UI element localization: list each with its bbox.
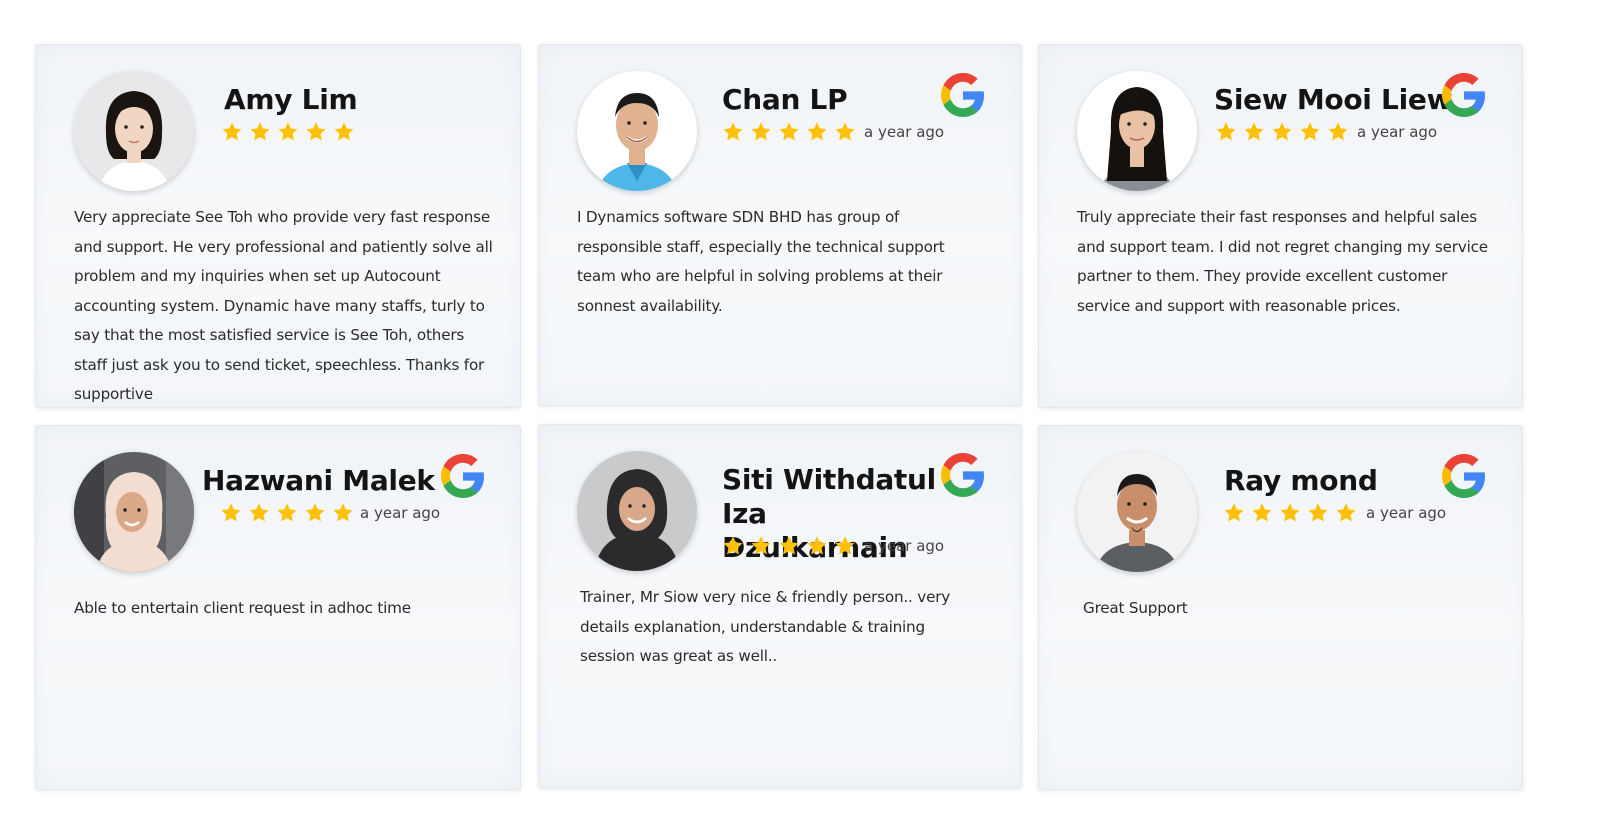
review-time: a year ago xyxy=(864,537,945,555)
avatar xyxy=(1077,452,1197,572)
star-icon xyxy=(1308,503,1328,522)
reviewer-name: Amy Lim xyxy=(224,83,358,116)
star-icon xyxy=(1216,122,1236,141)
star-icon xyxy=(751,122,771,141)
star-icon xyxy=(1224,503,1244,522)
avatar xyxy=(577,71,697,191)
review-card: Ray mond a year ago Great Support xyxy=(1038,425,1523,790)
star-icon xyxy=(1272,122,1292,141)
google-logo-icon xyxy=(1442,454,1486,498)
google-logo-icon xyxy=(441,454,485,498)
star-icon xyxy=(1300,122,1320,141)
review-time: a year ago xyxy=(1366,504,1447,522)
avatar-portrait xyxy=(577,451,697,571)
star-rating xyxy=(220,502,354,524)
avatar-portrait xyxy=(577,71,697,191)
star-icon xyxy=(807,122,827,141)
review-text: I Dynamics software SDN BHD has group of… xyxy=(577,208,945,315)
star-icon xyxy=(1336,503,1356,522)
star-icon xyxy=(779,122,799,141)
star-icon xyxy=(221,503,241,522)
review-card: Siew Mooi Liew a year ago Truly apprecia… xyxy=(1038,44,1523,408)
star-rating xyxy=(722,121,856,143)
review-time: a year ago xyxy=(360,504,441,522)
star-icon xyxy=(249,503,269,522)
review-card: Chan LP a year ago I Dynamics software S… xyxy=(538,44,1022,406)
avatar xyxy=(1077,71,1197,191)
reviewer-name: Chan LP xyxy=(722,83,848,116)
star-icon xyxy=(1244,122,1264,141)
star-icon xyxy=(835,122,855,141)
star-icon xyxy=(250,122,270,141)
avatar xyxy=(74,452,194,572)
review-time: a year ago xyxy=(864,123,945,141)
review-card: Siti Withdatul Iza Dzulkarnain a year ag… xyxy=(538,424,1022,788)
review-text: Truly appreciate their fast responses an… xyxy=(1077,208,1488,315)
review-text: Great Support xyxy=(1083,599,1188,617)
reviews-grid: Amy Lim Very appreciate See Toh who prov… xyxy=(0,0,1600,836)
review-text: Able to entertain client request in adho… xyxy=(74,599,411,617)
star-rating xyxy=(1223,502,1357,524)
review-card: Amy Lim Very appreciate See Toh who prov… xyxy=(35,44,521,408)
star-rating xyxy=(1215,121,1349,143)
star-icon xyxy=(278,122,298,141)
google-logo-icon xyxy=(941,73,985,117)
star-icon xyxy=(1328,122,1348,141)
star-rating xyxy=(221,121,355,143)
reviewer-name: Siew Mooi Liew xyxy=(1214,83,1453,116)
avatar-portrait xyxy=(74,452,194,572)
review-card: Hazwani Malek a year ago Able to enterta… xyxy=(35,425,521,790)
avatar-portrait xyxy=(74,71,194,191)
star-icon xyxy=(723,536,743,555)
star-icon xyxy=(807,536,827,555)
star-icon xyxy=(334,122,354,141)
star-rating xyxy=(722,535,856,557)
star-icon xyxy=(779,536,799,555)
review-time: a year ago xyxy=(1357,123,1438,141)
avatar xyxy=(74,71,194,191)
review-text: Very appreciate See Toh who provide very… xyxy=(74,208,493,403)
google-logo-icon xyxy=(1442,73,1486,117)
star-icon xyxy=(723,122,743,141)
star-icon xyxy=(305,503,325,522)
reviewer-name: Hazwani Malek xyxy=(202,464,435,497)
star-icon xyxy=(1252,503,1272,522)
avatar-portrait xyxy=(1077,452,1197,572)
reviewer-name: Ray mond xyxy=(1224,464,1378,497)
star-icon xyxy=(835,536,855,555)
star-icon xyxy=(222,122,242,141)
review-text: Trainer, Mr Siow very nice & friendly pe… xyxy=(580,588,951,665)
star-icon xyxy=(1280,503,1300,522)
star-icon xyxy=(277,503,297,522)
star-icon xyxy=(751,536,771,555)
google-logo-icon xyxy=(941,453,985,497)
avatar xyxy=(577,451,697,571)
star-icon xyxy=(333,503,353,522)
avatar-portrait xyxy=(1077,71,1197,191)
star-icon xyxy=(306,122,326,141)
